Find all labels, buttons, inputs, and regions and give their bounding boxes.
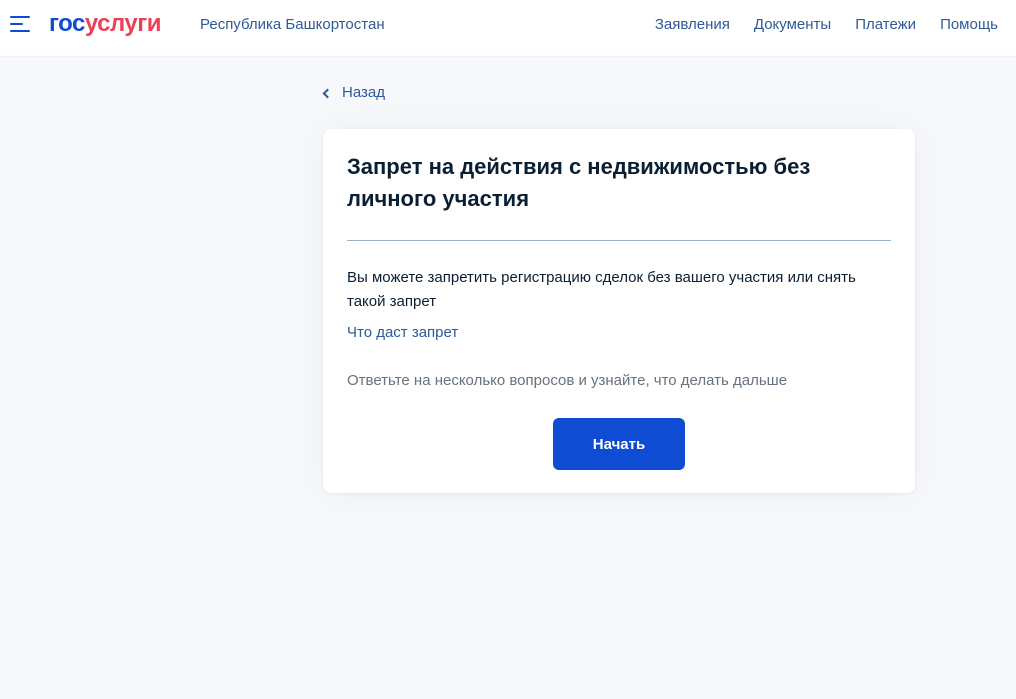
nav-payments[interactable]: Платежи: [855, 15, 916, 35]
service-card: Запрет на действия с недвижимостью без л…: [323, 129, 915, 493]
service-description: Вы можете запретить регистрацию сделок б…: [347, 269, 856, 310]
back-label: Назад: [342, 84, 385, 101]
what-ban-gives-link[interactable]: Что даст запрет: [347, 322, 458, 344]
nav-applications[interactable]: Заявления: [655, 15, 730, 35]
page-title: Запрет на действия с недвижимостью без л…: [347, 154, 811, 211]
start-button[interactable]: Начать: [553, 418, 685, 470]
divider: [347, 240, 891, 241]
main-nav: Заявления Документы Платежи Помощь: [655, 15, 998, 35]
nav-help[interactable]: Помощь: [940, 15, 998, 35]
region-selector[interactable]: Республика Башкортостан: [200, 15, 385, 35]
hint-text: Ответьте на несколько вопросов и узнайте…: [347, 372, 788, 389]
gosuslugi-logo[interactable]: госуслуги: [49, 9, 162, 39]
nav-documents[interactable]: Документы: [754, 15, 831, 35]
chevron-left-icon: [322, 88, 333, 98]
site-header: госуслуги Республика Башкортостан Заявле…: [0, 0, 1016, 57]
menu-icon[interactable]: [10, 15, 32, 35]
back-link[interactable]: Назад: [321, 83, 385, 103]
